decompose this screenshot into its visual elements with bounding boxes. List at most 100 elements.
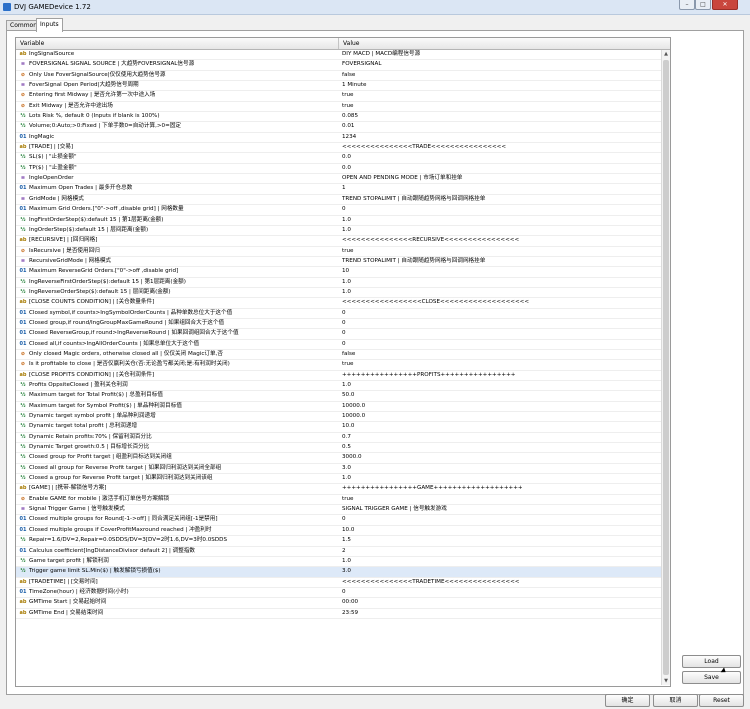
variable-value[interactable]: false	[342, 71, 660, 80]
input-row[interactable]: ≡ RecursiveGridMode | 网格模式 TREND STOPALIMI…	[16, 257, 661, 268]
column-separator[interactable]	[338, 38, 339, 49]
variable-value[interactable]: 1 Minute	[342, 81, 660, 90]
variable-value[interactable]: true	[342, 102, 660, 111]
variable-value[interactable]: true	[342, 91, 660, 100]
variable-value[interactable]: 50.0	[342, 391, 660, 400]
input-row[interactable]: 01 TimeZone(hour) | 经济数据时间(小时) 0	[16, 588, 661, 599]
input-row[interactable]: ⊘ Is it profitable to close | 是否仅赢利关仓(否:无…	[16, 360, 661, 371]
input-row[interactable]: 01 Closed multiple groups for Round[-1->o…	[16, 515, 661, 526]
variable-value[interactable]: OPEN AND PENDING MODE | 市场订单和挂单	[342, 174, 660, 183]
input-row[interactable]: 01 Maximum Grid Orders.["0"->off ,disable…	[16, 205, 661, 216]
variable-value[interactable]: 1.0	[342, 474, 660, 483]
variable-value[interactable]: FOVERSIGNAL	[342, 60, 660, 69]
variable-value[interactable]: 1.0	[342, 557, 660, 566]
input-row[interactable]: ½ Dynamic target total profit | 总利润递增 10.0	[16, 422, 661, 433]
input-row[interactable]: ⊘ Only Use FoverSignalSource|仅仅使用大趋势信号源 fa…	[16, 71, 661, 82]
input-row[interactable]: ½ IngOrderStep($):default 15 | 层间距离(金额) 1.…	[16, 226, 661, 237]
value-column-header[interactable]: Value	[343, 40, 359, 48]
input-row[interactable]: ½ Lots Risk %, default 0 (Inputs if blank…	[16, 112, 661, 123]
input-row[interactable]: ½ Maximum target for Total Profit($) | 总盈…	[16, 391, 661, 402]
variable-value[interactable]: 0	[342, 205, 660, 214]
save-button[interactable]: Save	[682, 671, 741, 684]
close-button[interactable]: ✕	[712, 0, 738, 10]
input-row[interactable]: ≡ GridMode | 网格模式 TREND STOPALIMIT | 自动跟随趋…	[16, 195, 661, 206]
input-row[interactable]: ab [RECURSIVE] | [回归网格] <<<<<<<<<<<<<<<REC…	[16, 236, 661, 247]
input-row[interactable]: ⊘ Only closed Magic orders, otherwise clo…	[16, 350, 661, 361]
input-row[interactable]: 01 Maximum ReverseGrid Orders.["0"->off ,…	[16, 267, 661, 278]
vertical-scrollbar[interactable]: ▲ ▼	[661, 50, 670, 685]
variable-value[interactable]: 0.085	[342, 112, 660, 121]
input-row[interactable]: ⊘ Enable GAME for mobile | 激活手机订单信号方案解锁 tr…	[16, 495, 661, 506]
variable-value[interactable]: 10000.0	[342, 412, 660, 421]
input-row[interactable]: ½ Dynamic target symbol profit | 单品种利润递增 1…	[16, 412, 661, 423]
variable-value[interactable]: 10.0	[342, 526, 660, 535]
input-row[interactable]: ⊘ Entering first Midway | 是否允许第一次中途入场 true	[16, 91, 661, 102]
input-row[interactable]: ½ Closed group for Profit target | 组盈利目标达…	[16, 453, 661, 464]
input-row[interactable]: ½ SL($) | "止损金额" 0.0	[16, 153, 661, 164]
variable-value[interactable]: TREND STOPALIMIT | 自动跟随趋势网格与回调网格挂单	[342, 257, 660, 266]
input-row[interactable]: ½ IngReverseOrderStep($):default 15 | 层间距…	[16, 288, 661, 299]
variable-value[interactable]: 0	[342, 515, 660, 524]
input-row[interactable]: ≡ IngleOpenOrder OPEN AND PENDING MODE | 市…	[16, 174, 661, 185]
input-row[interactable]: 01 Closed symbol,if counts>IngSymbolOrder…	[16, 309, 661, 319]
input-row[interactable]: ½ Volume;0:Auto;>0:Fixed | 下单手数0=自动计算,>0=…	[16, 122, 661, 133]
input-row[interactable]: ⊘ Exit Midway | 是否允许中途出场 true	[16, 102, 661, 113]
variable-value[interactable]: 0	[342, 319, 660, 328]
input-row[interactable]: ½ Dynamic Target growth:0.5 | 目标增长百分比 0.5	[16, 443, 661, 454]
variable-value[interactable]: ++++++++++++++++PROFITS++++++++++++++++	[342, 371, 660, 380]
variable-value[interactable]: 23:59	[342, 609, 660, 618]
input-row[interactable]: ½ Maximum target for Symbol Profit($) | 单…	[16, 402, 661, 413]
input-row[interactable]: ≡ FOVERSIGNAL SIGNAL SOURCE | 大趋势FOVERSIG…	[16, 60, 661, 71]
input-row[interactable]: ab [TRADE] | [交易] <<<<<<<<<<<<<<<TRADE<<<<…	[16, 143, 661, 154]
input-row[interactable]: 01 Closed all,if counts>IngAllOrderCounts…	[16, 340, 661, 350]
input-row[interactable]: 01 Closed ReverseGroup,if round>IngRevers…	[16, 329, 661, 340]
variable-value[interactable]: SIGNAL TRIGGER GAME | 信号触发游戏	[342, 505, 660, 514]
variable-value[interactable]: false	[342, 350, 660, 359]
minimize-button[interactable]: –	[679, 0, 695, 10]
input-row[interactable]: 01 Maximum Open Trades | 最多开仓总数 1	[16, 184, 661, 195]
scroll-up-arrow-icon[interactable]: ▲	[662, 50, 670, 58]
variable-value[interactable]: 0	[342, 588, 660, 597]
variable-value[interactable]: 10.0	[342, 422, 660, 431]
input-row[interactable]: ab IngSignalSource DIY MACD | MACD编程信号源	[16, 50, 661, 61]
variable-value[interactable]: 1.0	[342, 226, 660, 235]
variable-value[interactable]: 1.0	[342, 381, 660, 390]
input-row[interactable]: ≡ Signal Trigger Game | 信号触发模式 SIGNAL TRIG…	[16, 505, 661, 516]
input-row[interactable]: ⊘ IsRecursive | 是否使用回归 true	[16, 247, 661, 257]
input-row[interactable]: ½ Profits OppsiteClosed | 盈利关仓利润 1.0	[16, 381, 661, 392]
variable-value[interactable]: 1.0	[342, 278, 660, 287]
input-row[interactable]: 01 Closed group,if round/IngGroupMaxGameR…	[16, 319, 661, 330]
input-row[interactable]: ½ Trigger game limit SL.Min($) | 触发解锁亏损值(…	[16, 567, 661, 578]
variable-value[interactable]: 1.0	[342, 216, 660, 225]
scroll-thumb[interactable]	[663, 60, 669, 675]
input-row[interactable]: ½ Dynamic Retain profits:70% | 保留利润百分比 0.7	[16, 433, 661, 444]
input-row[interactable]: ½ Closed a group for Reverse Profit targe…	[16, 474, 661, 485]
input-row[interactable]: ½ Game target profit | 解锁利润 1.0	[16, 557, 661, 568]
variable-value[interactable]: true	[342, 247, 660, 256]
variable-value[interactable]: <<<<<<<<<<<<<<<<<CLOSE<<<<<<<<<<<<<<<<<<…	[342, 298, 660, 307]
variable-value[interactable]: true	[342, 360, 660, 369]
variable-value[interactable]: 3000.0	[342, 453, 660, 462]
tab-inputs[interactable]: Inputs	[36, 18, 63, 32]
input-row[interactable]: ½ TP($) | "止盈金额" 0.0	[16, 164, 661, 175]
scroll-down-arrow-icon[interactable]: ▼	[662, 677, 670, 685]
variable-value[interactable]: 1234	[342, 133, 660, 142]
input-row[interactable]: ½ Repair=1.6/DV=2,Repair=0.0SDDS/DV=3[DV=…	[16, 536, 661, 547]
variable-value[interactable]: 2	[342, 547, 660, 556]
variable-value[interactable]: 1.0	[342, 288, 660, 297]
cancel-button[interactable]: 取消	[653, 694, 698, 707]
variable-value[interactable]: <<<<<<<<<<<<<<<TRADE<<<<<<<<<<<<<<<<	[342, 143, 660, 152]
input-row[interactable]: ≡ FoverSignal Open Period|大趋势信号周期 1 Minute	[16, 81, 661, 92]
input-row[interactable]: ab [CLOSE PROFITS CONDITION] | [关仓利润条件] ++…	[16, 371, 661, 381]
variable-value[interactable]: <<<<<<<<<<<<<<<RECURSIVE<<<<<<<<<<<<<<<<	[342, 236, 660, 245]
variable-value[interactable]: 00:00	[342, 598, 660, 607]
input-row[interactable]: 01 Closed multiple groups if CoverProfitM…	[16, 526, 661, 537]
variable-value[interactable]: 0.01	[342, 122, 660, 131]
variable-value[interactable]: 3.0	[342, 464, 660, 473]
variable-value[interactable]: DIY MACD | MACD编程信号源	[342, 50, 660, 59]
variable-value[interactable]: true	[342, 495, 660, 504]
variable-value[interactable]: 0.0	[342, 153, 660, 162]
variable-column-header[interactable]: Variable	[20, 40, 44, 48]
input-row[interactable]: ab GMTime End | 交易结束时间 23:59	[16, 609, 661, 619]
input-row[interactable]: 01 IngMagic 1234	[16, 133, 661, 144]
